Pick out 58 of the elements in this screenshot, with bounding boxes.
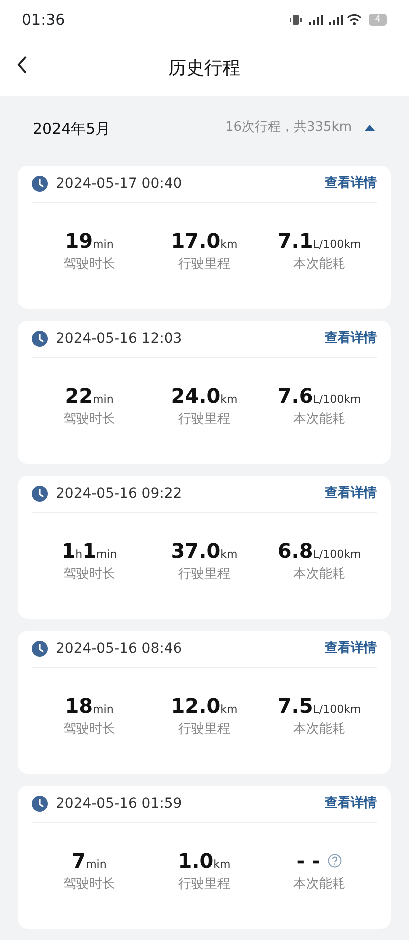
clock-icon [32,331,48,347]
stat-value: 22 min [65,385,114,407]
stat-label: 行驶里程 [178,721,230,739]
details-link[interactable]: 查看详情 [325,484,377,504]
trip-datetime: 2024-05-16 12:03 [56,330,182,348]
trip-datetime: 2024-05-17 00:40 [56,174,182,194]
stat-value: 6.8L/100km [278,540,362,562]
stat-label: 行驶里程 [178,566,230,584]
details-link[interactable]: 查看详情 [325,329,377,349]
stat-value: 18min [65,695,114,717]
stat-label: 本次能耗 [294,411,346,429]
collapse-icon[interactable] [364,122,376,133]
stat-label: 本次能耗 [294,256,346,274]
stat-value: 12.0km [171,695,238,717]
stat-label: 驾驶时长 [64,876,116,894]
trip-datetime: 2024-05-16 01:59 [56,794,182,814]
clock-icon [32,486,48,502]
help-icon[interactable] [328,854,342,868]
stat-label: 本次能耗 [294,876,346,894]
stat-value: 7.1L/100km [278,230,362,252]
battery-indicator: 4 [369,14,387,26]
wifi-icon [347,14,362,26]
stat-label: 行驶里程 [178,876,230,894]
trip-summary: 16次行程，共335km [225,119,352,137]
details-link[interactable]: 查看详情 [325,794,377,814]
details-link[interactable]: 查看详情 [325,639,377,659]
stat-value: 37.0km [171,540,238,562]
stat-label: 行驶里程 [178,256,230,274]
stat-value: 7.6L/100km [278,385,362,407]
stat-value: 1.0km [178,850,231,872]
stat-value: 7 min [72,850,107,872]
stat-label: 驾驶时长 [64,566,116,584]
trip-datetime: 2024-05-16 09:22 [56,484,182,504]
back-button[interactable] [16,55,28,75]
stat-label: 驾驶时长 [64,411,116,429]
stat-label: 驾驶时长 [64,256,116,274]
stat-value: 17.0km [171,230,238,252]
vibrate-icon [289,14,304,26]
clock-icon [32,176,48,192]
details-link[interactable]: 查看详情 [325,174,377,194]
clock-icon [32,796,48,812]
stat-value: 7.5L/100km [278,695,362,717]
stat-value: - - [296,850,320,872]
signal-icon [327,14,344,26]
back-icon [16,55,28,75]
stat-value: 1h 1min [62,540,118,562]
stat-label: 本次能耗 [294,566,346,584]
signal-icon [307,14,324,26]
stat-value: 19min [65,230,114,252]
status-time: 01:36 [22,10,66,31]
month-label: 2024年5月 [33,119,111,140]
stat-value: 24.0km [171,385,238,407]
trip-datetime: 2024-05-16 08:46 [56,640,182,658]
stat-label: 本次能耗 [294,721,346,739]
clock-icon [32,641,48,657]
page-title: 历史行程 [168,56,240,80]
stat-label: 驾驶时长 [64,721,116,739]
stat-label: 行驶里程 [178,411,230,429]
